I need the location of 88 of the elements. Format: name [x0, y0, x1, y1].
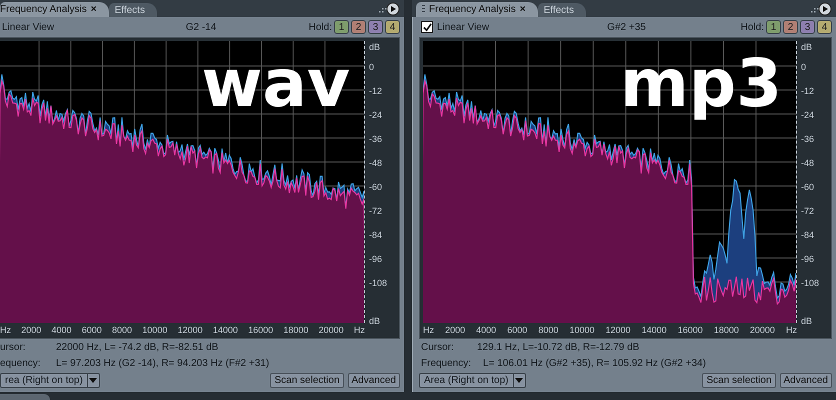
axis-label: 18000	[714, 324, 739, 334]
panel-menu-icon[interactable]	[376, 2, 400, 16]
axis-label: -60	[369, 181, 384, 194]
tab[interactable]: Effects	[108, 3, 157, 17]
panel-button[interactable]: Scan selection	[702, 373, 776, 388]
axis-label: Hz	[354, 324, 365, 334]
axis-label: 6000	[82, 324, 102, 334]
display-dropdown[interactable]: rea (Right on top)	[0, 373, 100, 388]
note-readout: G2 -14	[186, 22, 216, 32]
hold-button[interactable]: 3	[800, 20, 815, 34]
axis-label: -12	[801, 85, 816, 98]
axis-label: -36	[369, 133, 384, 146]
info-label: equency:	[0, 358, 42, 368]
hold-button[interactable]: 1	[334, 20, 349, 34]
info-label: ursor:	[0, 342, 27, 352]
tab[interactable]: Frequency Analysis ×	[416, 2, 538, 17]
axis-label: -72	[369, 205, 384, 218]
panel-menu-icon[interactable]	[808, 2, 832, 16]
display-dropdown[interactable]: Area (Right on top)	[419, 373, 526, 388]
axis-label: dB	[369, 315, 382, 323]
axis-label: 10000	[569, 324, 594, 334]
axis-label: 16000	[678, 324, 703, 334]
axis-label: 8000	[538, 324, 558, 334]
checkbox-label: Linear View	[2, 22, 54, 32]
info-value: 129.1 Hz, L=-10.72 dB, R=-12.79 dB	[477, 342, 640, 352]
axis-label: 12000	[178, 324, 203, 334]
hold-label: Hold:	[308, 22, 332, 32]
tab[interactable]: Effects	[538, 3, 586, 17]
panel-button[interactable]: Scan selection	[270, 373, 344, 388]
close-button[interactable]: ×	[90, 4, 97, 15]
hold-button[interactable]: 2	[783, 20, 798, 34]
axis-label: 0	[801, 61, 808, 74]
axis-label: 8000	[112, 324, 132, 334]
axis-label: -36	[801, 133, 816, 146]
axis-label: dB	[801, 315, 814, 323]
info-value: L= 106.01 Hz (G#2 +35), R= 105.92 Hz (G#2 +34)	[483, 358, 706, 368]
tab[interactable]: Frequency Analysis ×	[0, 2, 109, 17]
axis-label: 10000	[142, 324, 168, 334]
axis-label: -96	[369, 253, 384, 266]
axis-label: -108	[801, 277, 820, 290]
axis-label: 16000	[248, 324, 274, 334]
dropdown-arrow-icon	[512, 374, 524, 387]
axis-label: -72	[801, 205, 816, 218]
axis-label: Hz	[786, 324, 797, 334]
close-button[interactable]: ×	[520, 4, 526, 15]
overlay-label: wav	[201, 51, 350, 117]
axis-label: -84	[369, 229, 384, 242]
axis-label: -48	[369, 157, 384, 170]
checkbox[interactable]	[421, 21, 433, 33]
axis-label: 18000	[283, 324, 308, 334]
axis-label: 6000	[507, 324, 528, 334]
axis-label: 4000	[52, 324, 72, 334]
axis-label: 12000	[606, 324, 631, 334]
axis-label: dB	[369, 41, 382, 54]
axis-label: 20000	[318, 324, 344, 334]
info-value: 22000 Hz, L= -74.2 dB, R=-82.51 dB	[56, 342, 218, 352]
hold-button[interactable]: 1	[766, 20, 781, 34]
axis-label: 14000	[642, 324, 667, 334]
axis-label: 4000	[476, 324, 496, 334]
hold-label: Hold:	[740, 22, 764, 32]
info-value: L= 97.203 Hz (G2 -14), R= 94.203 Hz (F#2 +31)	[56, 358, 270, 368]
axis-label: -108	[369, 277, 388, 290]
info-label: Cursor:	[421, 342, 455, 352]
axis-label: 20000	[750, 324, 775, 334]
axis-label: -24	[369, 109, 384, 122]
axis-label: Hz	[0, 324, 11, 334]
checkbox-label: Linear View	[437, 22, 490, 32]
hold-button[interactable]: 4	[817, 20, 832, 34]
axis-label: -12	[369, 85, 384, 98]
axis-label: -96	[801, 253, 816, 266]
dropdown-arrow-icon	[86, 374, 99, 387]
info-label: Frequency:	[421, 358, 472, 368]
axis-label: 0	[369, 61, 376, 74]
axis-label: -84	[801, 229, 816, 242]
axis-label: 2000	[21, 324, 42, 334]
panel-button[interactable]: Advanced	[780, 373, 832, 388]
note-readout: G#2 +35	[607, 22, 646, 32]
axis-label: dB	[801, 41, 814, 54]
hold-button[interactable]: 3	[368, 20, 383, 34]
hold-button[interactable]: 2	[350, 20, 366, 34]
axis-label: -24	[801, 109, 816, 122]
hold-button[interactable]: 4	[384, 20, 400, 34]
panel-button[interactable]: Advanced	[348, 373, 400, 388]
axis-label: 14000	[212, 324, 238, 334]
axis-label: -60	[801, 181, 816, 194]
axis-label: -48	[801, 157, 816, 170]
axis-label: Hz	[423, 324, 434, 334]
axis-label: 2000	[445, 324, 466, 334]
